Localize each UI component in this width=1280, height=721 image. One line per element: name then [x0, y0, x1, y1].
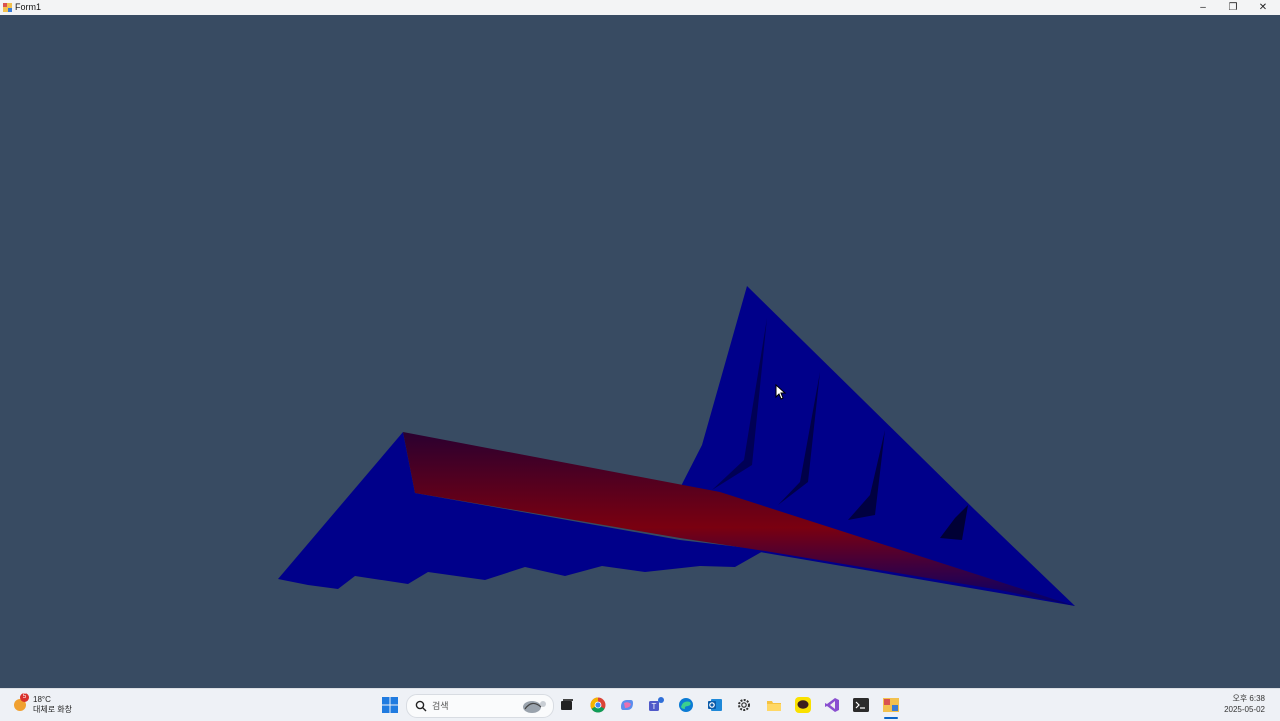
- teams-icon[interactable]: T: [646, 695, 666, 715]
- form1-app-icon[interactable]: [881, 695, 901, 715]
- weather-badge: 5: [20, 693, 29, 702]
- window-titlebar: Form1 – ❐ ✕: [0, 0, 1280, 15]
- edge-icon[interactable]: [676, 695, 696, 715]
- minimize-button[interactable]: –: [1188, 0, 1218, 15]
- restore-button[interactable]: ❐: [1218, 0, 1248, 15]
- system-clock[interactable]: 오후 6:38 2025-05-02: [1224, 693, 1265, 715]
- outlook-icon[interactable]: [705, 695, 725, 715]
- search-highlight-icon: [523, 701, 546, 713]
- weather-widget[interactable]: 5 18°C 대체로 화창: [12, 693, 92, 717]
- surface-plot: [278, 286, 1075, 606]
- active-app-indicator: [884, 717, 898, 719]
- file-explorer-icon[interactable]: [764, 695, 784, 715]
- render-viewport[interactable]: [0, 15, 1280, 688]
- weather-temperature: 18°C: [33, 695, 51, 704]
- copilot-icon[interactable]: [617, 695, 637, 715]
- windows-start-icon[interactable]: [380, 695, 400, 715]
- chrome-icon[interactable]: [588, 695, 608, 715]
- task-view-icon[interactable]: [557, 695, 577, 715]
- svg-text:T: T: [652, 702, 657, 711]
- search-icon: [415, 700, 427, 712]
- visual-studio-icon[interactable]: [822, 695, 842, 715]
- form-app-icon: [3, 3, 12, 12]
- mouse-cursor-icon: [775, 384, 787, 400]
- taskbar-search-box[interactable]: 검색: [406, 694, 554, 718]
- weather-description: 대체로 화창: [33, 705, 73, 714]
- settings-icon[interactable]: [734, 695, 754, 715]
- window-title: Form1: [15, 2, 42, 12]
- taskbar: 5 18°C 대체로 화창 검색 T 오후 6:38 2025-05-02: [0, 688, 1280, 721]
- clock-date: 2025-05-02: [1224, 705, 1265, 714]
- clock-time: 오후 6:38: [1232, 694, 1265, 703]
- kakaotalk-icon[interactable]: [793, 695, 813, 715]
- close-button[interactable]: ✕: [1248, 0, 1278, 15]
- search-placeholder: 검색: [432, 701, 449, 711]
- terminal-icon[interactable]: [851, 695, 871, 715]
